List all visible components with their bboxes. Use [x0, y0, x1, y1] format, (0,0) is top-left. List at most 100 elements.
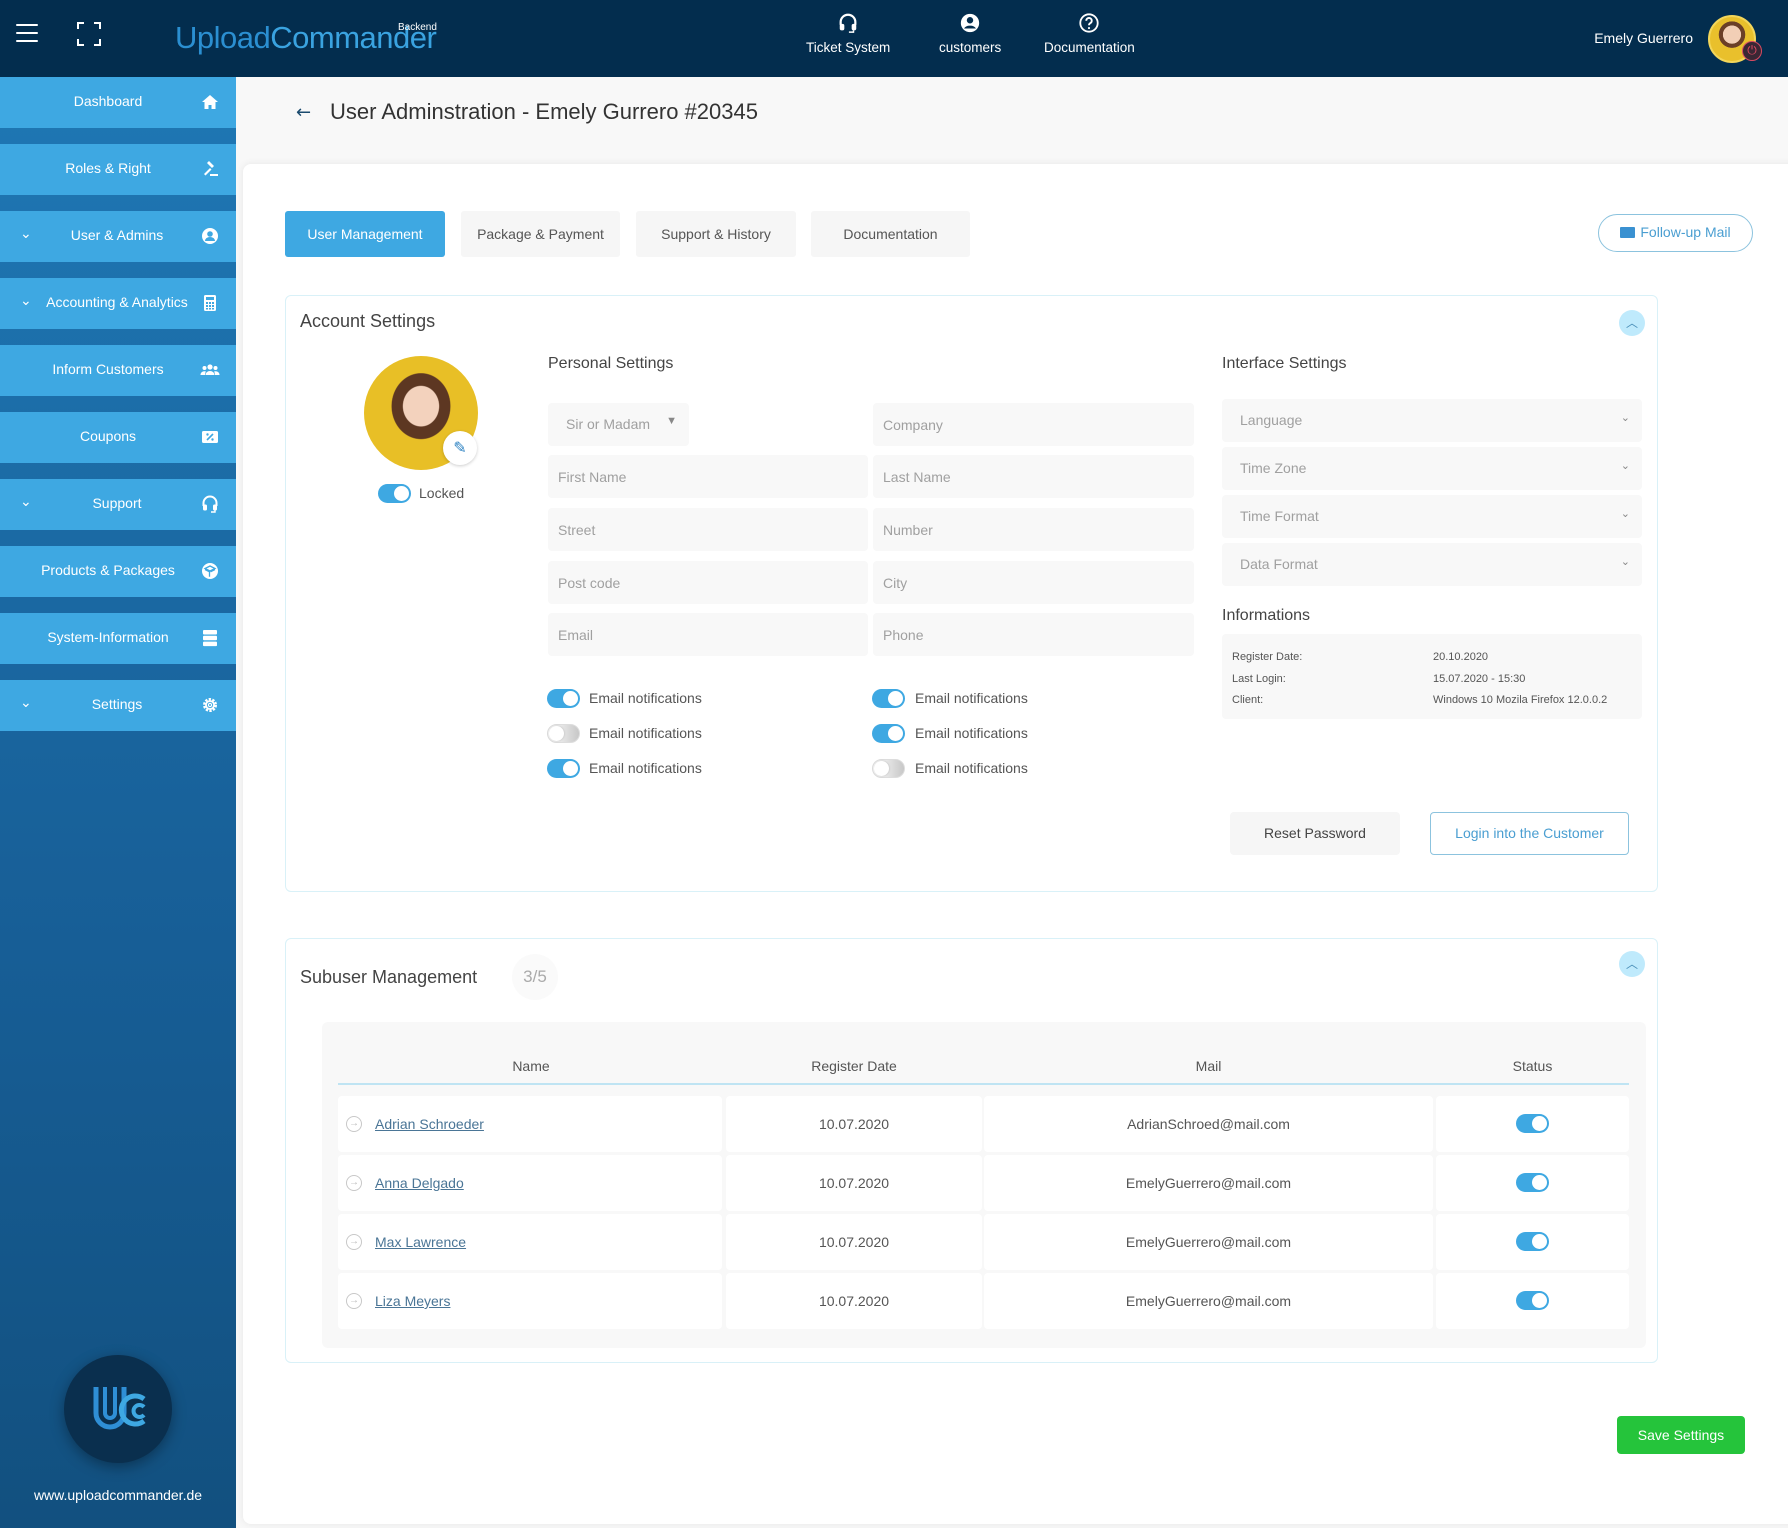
status-cell	[1436, 1155, 1629, 1211]
sidebar-item-settings[interactable]: ⌄ Settings	[0, 680, 236, 731]
city-input[interactable]	[873, 561, 1194, 604]
top-bar: UploadCommander Backend Ticket System cu…	[0, 0, 1788, 77]
headset-icon	[839, 13, 857, 33]
hamburger-menu-icon[interactable]	[16, 24, 38, 42]
locked-toggle[interactable]	[378, 484, 411, 503]
question-circle-icon	[1079, 13, 1100, 33]
status-toggle[interactable]	[1516, 1114, 1549, 1133]
status-cell	[1436, 1214, 1629, 1270]
sidebar-item-user-admins[interactable]: ⌄ User & Admins	[0, 211, 236, 262]
number-input[interactable]	[873, 508, 1194, 551]
salutation-value: Sir or Madam	[566, 416, 651, 432]
first-name-input[interactable]	[548, 455, 868, 498]
company-input[interactable]	[873, 403, 1194, 446]
sidebar-item-roles-right[interactable]: Roles & Right	[0, 144, 236, 195]
chevron-down-icon: ⌄	[1620, 556, 1630, 568]
phone-input[interactable]	[873, 613, 1194, 656]
salutation-select[interactable]: Sir or Madam ▼	[548, 403, 689, 446]
name-cell: → Adrian Schroeder	[338, 1096, 722, 1152]
email-notifications-toggle-6[interactable]	[872, 759, 905, 778]
sidebar-item-products-packages[interactable]: Products & Packages	[0, 546, 236, 597]
status-toggle[interactable]	[1516, 1232, 1549, 1251]
back-arrow-icon[interactable]: ←	[296, 102, 311, 123]
column-header-register-date[interactable]: Register Date	[726, 1058, 982, 1074]
site-url[interactable]: www.uploadcommander.de	[0, 1487, 236, 1503]
last-name-input[interactable]	[873, 455, 1194, 498]
collapse-chevron-up-icon[interactable]: ︿	[1619, 951, 1645, 977]
email-notifications-toggle-4[interactable]	[872, 689, 905, 708]
data-format-select[interactable]: Data Format ⌄	[1222, 543, 1642, 586]
reset-password-button[interactable]: Reset Password	[1230, 812, 1400, 855]
uc-logo-icon	[93, 1387, 146, 1430]
current-user-name[interactable]: Emely Guerrero	[1594, 30, 1693, 46]
fullscreen-icon[interactable]	[77, 22, 101, 46]
register-date-cell: 10.07.2020	[726, 1155, 982, 1211]
register-date-cell: 10.07.2020	[726, 1214, 982, 1270]
table-header-divider	[338, 1083, 1629, 1085]
time-zone-select[interactable]: Time Zone ⌄	[1222, 447, 1642, 490]
info-key: Last Login:	[1232, 673, 1286, 685]
status-cell	[1436, 1096, 1629, 1152]
street-input[interactable]	[548, 508, 868, 551]
register-date-cell: 10.07.2020	[726, 1273, 982, 1329]
user-circle-icon	[202, 228, 218, 244]
tab-documentation[interactable]: Documentation	[811, 211, 970, 257]
chevron-down-icon: ⌄	[1620, 460, 1630, 472]
sidebar-item-system-information[interactable]: System-Information	[0, 613, 236, 664]
follow-up-mail-button[interactable]: Follow-up Mail	[1598, 214, 1753, 252]
time-format-select[interactable]: Time Format ⌄	[1222, 495, 1642, 538]
status-toggle[interactable]	[1516, 1291, 1549, 1310]
subuser-name-link[interactable]: Liza Meyers	[375, 1273, 450, 1329]
tab-user-management[interactable]: User Management	[285, 211, 445, 257]
email-notifications-toggle-2[interactable]	[547, 724, 580, 743]
topnav-label: customers	[939, 40, 1002, 55]
column-header-status[interactable]: Status	[1436, 1058, 1629, 1074]
coupon-icon	[202, 431, 218, 443]
sidebar-item-coupons[interactable]: Coupons	[0, 412, 236, 463]
status-toggle[interactable]	[1516, 1173, 1549, 1192]
topnav-ticket-system[interactable]: Ticket System	[806, 12, 890, 55]
subuser-name-link[interactable]: Max Lawrence	[375, 1214, 466, 1270]
language-select[interactable]: Language ⌄	[1222, 399, 1642, 442]
subuser-name-link[interactable]: Adrian Schroeder	[375, 1096, 484, 1152]
topnav-documentation[interactable]: Documentation	[1044, 12, 1135, 55]
notification-label: Email notifications	[589, 760, 702, 776]
envelope-icon	[1620, 227, 1636, 238]
email-notifications-toggle-5[interactable]	[872, 724, 905, 743]
sidebar-item-dashboard[interactable]: Dashboard	[0, 77, 236, 128]
info-value-last-login: 15.07.2020 - 15:30	[1433, 673, 1526, 685]
edit-picture-icon[interactable]: ✎	[443, 431, 477, 465]
save-settings-button[interactable]: Save Settings	[1617, 1416, 1745, 1454]
informations-box: Register Date: 20.10.2020 Last Login: 15…	[1222, 634, 1642, 719]
mail-cell: AdrianSchroed@mail.com	[984, 1096, 1433, 1152]
column-header-name[interactable]: Name	[338, 1058, 724, 1074]
column-header-mail[interactable]: Mail	[984, 1058, 1433, 1074]
email-notifications-toggle-1[interactable]	[547, 689, 580, 708]
arrow-right-circle-icon[interactable]: →	[346, 1293, 362, 1309]
notification-label: Email notifications	[915, 760, 1028, 776]
box-icon	[202, 563, 218, 579]
time-zone-placeholder: Time Zone	[1240, 460, 1307, 476]
topnav-customers[interactable]: customers	[939, 12, 1001, 55]
register-date-cell: 10.07.2020	[726, 1096, 982, 1152]
collapse-chevron-up-icon[interactable]: ︿	[1619, 310, 1645, 336]
email-notifications-toggle-3[interactable]	[547, 759, 580, 778]
sidebar-item-inform-customers[interactable]: Inform Customers	[0, 345, 236, 396]
tab-support-history[interactable]: Support & History	[636, 211, 796, 257]
sidebar: Dashboard Roles & Right ⌄ User & Admins …	[0, 77, 236, 1528]
calculator-icon	[204, 295, 216, 311]
power-logout-icon[interactable]: ⏻	[1742, 41, 1762, 61]
post-code-input[interactable]	[548, 561, 868, 604]
sidebar-item-support[interactable]: ⌄ Support	[0, 479, 236, 530]
arrow-right-circle-icon[interactable]: →	[346, 1175, 362, 1191]
subuser-name-link[interactable]: Anna Delgado	[375, 1155, 464, 1211]
account-settings-title: Account Settings	[300, 311, 436, 331]
login-into-customer-button[interactable]: Login into the Customer	[1430, 812, 1629, 855]
status-cell	[1436, 1273, 1629, 1329]
email-input[interactable]	[548, 613, 868, 656]
info-key: Client:	[1232, 694, 1264, 706]
tab-package-payment[interactable]: Package & Payment	[461, 211, 620, 257]
arrow-right-circle-icon[interactable]: →	[346, 1116, 362, 1132]
sidebar-item-accounting-analytics[interactable]: ⌄ Accounting & Analytics	[0, 278, 236, 329]
arrow-right-circle-icon[interactable]: →	[346, 1234, 362, 1250]
